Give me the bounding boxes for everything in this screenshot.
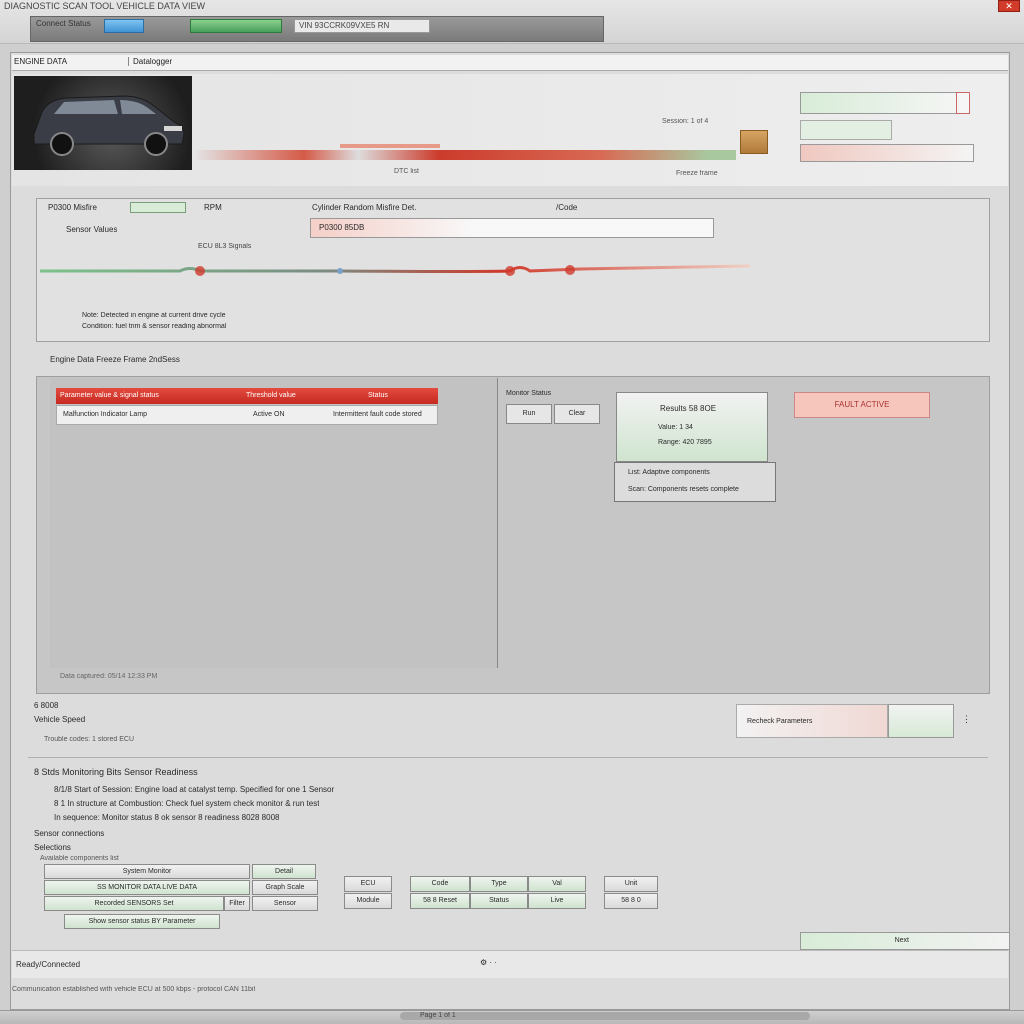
status-button[interactable]: Status (470, 893, 528, 909)
connect-status-label: Connect Status (36, 19, 91, 28)
waveform-marker[interactable] (505, 266, 515, 276)
readiness-line: 8/1/8 Start of Session: Engine load at c… (54, 785, 335, 794)
signal-note: Note: Detected in engine at current driv… (82, 312, 226, 319)
scrollbar-thumb[interactable] (400, 1012, 810, 1020)
signal-description: Cylinder Random Misfire Det. (312, 203, 417, 212)
timeline-caption: DTC list (394, 168, 419, 175)
settings-icon[interactable]: ⚙ · · (480, 958, 497, 967)
signal-waveform[interactable] (40, 258, 750, 284)
connection-status: Ready/Connected (16, 960, 81, 969)
page-indicator: Page 1 of 1 (420, 1012, 456, 1019)
sensor-button[interactable]: Sensor (252, 896, 318, 911)
clear-button[interactable]: Clear (554, 404, 600, 424)
component-list[interactable] (614, 462, 776, 502)
status-bar (12, 950, 1008, 978)
readout-label: Vehicle Speed (34, 715, 86, 724)
timeline-marker (340, 144, 440, 148)
recorded-sensors-button[interactable]: Recorded SENSORS Set (44, 896, 224, 911)
freeze-frame-caption: Freeze frame (676, 170, 718, 177)
close-icon: ✕ (1005, 1, 1013, 11)
close-button[interactable]: ✕ (998, 0, 1020, 12)
window-title: DIAGNOSTIC SCAN TOOL VEHICLE DATA VIEW (4, 1, 206, 11)
selections-label: Selections (34, 843, 71, 852)
recheck-button[interactable] (888, 704, 954, 738)
signal-value-field[interactable]: P0300 85DB (310, 218, 714, 238)
results-range: Range: 420 7895 (658, 439, 712, 446)
list-item[interactable]: List: Adaptive components (628, 469, 710, 476)
signal-toggle[interactable] (130, 202, 186, 213)
table-header: Parameter value & signal status Threshol… (56, 388, 438, 404)
fault-alert[interactable]: FAULT ACTIVE (794, 392, 930, 418)
timeline-bar[interactable] (196, 150, 736, 160)
vin-field[interactable]: VIN 93CCRK09VXE5 RN (294, 19, 430, 33)
reset-button[interactable]: 58 8 Reset (410, 893, 470, 909)
sensor-values-label: Sensor Values (66, 225, 118, 234)
value-button[interactable]: Val (528, 876, 586, 892)
connect-button[interactable] (104, 19, 144, 33)
list-item[interactable]: Scan: Components resets complete (628, 486, 739, 493)
unit-button[interactable]: Unit (604, 876, 658, 892)
results-value: Results 58 8OE (660, 404, 717, 413)
status-message: Communication established with vehicle E… (12, 986, 256, 993)
more-options-icon[interactable]: ⋮ (962, 714, 971, 725)
live-button[interactable]: Live (528, 893, 586, 909)
signal-code-header: /Code (556, 203, 578, 212)
graph-scale-button[interactable]: Graph Scale (252, 880, 318, 895)
scan-button[interactable] (190, 19, 282, 33)
timeline-tag[interactable] (740, 130, 768, 154)
recheck-parameters-field[interactable]: Recheck Parameters (736, 704, 888, 738)
reference-field[interactable] (800, 92, 970, 114)
waveform-marker[interactable] (195, 266, 205, 276)
tab-engine-data[interactable]: ENGINE DATA (14, 57, 67, 66)
readout-value: 6 8008 (34, 701, 59, 710)
next-button[interactable]: Next (800, 932, 1010, 950)
tab-datalogger[interactable]: Datalogger (128, 57, 172, 66)
signal-condition: Condition: fuel trim & sensor reading ab… (82, 323, 227, 330)
code-button[interactable]: Code (410, 876, 470, 892)
reference-field-3[interactable] (800, 144, 974, 162)
section-title: Engine Data Freeze Frame 2ndSess (50, 355, 180, 364)
readiness-title: 8 Stds Monitoring Bits Sensor Readiness (34, 767, 198, 777)
data-footer: Data captured: 05/14 12:33 PM (60, 673, 158, 680)
table-row[interactable]: Malfunction Indicator Lamp Active ON Int… (56, 405, 438, 425)
show-sensor-status-button[interactable]: Show sensor status BY Parameter (64, 914, 220, 929)
readiness-line: In sequence: Monitor status 8 ok sensor … (54, 813, 280, 822)
unit-value-button[interactable]: 58 8 0 (604, 893, 658, 909)
car-icon (33, 95, 185, 156)
table-header-cell[interactable]: Parameter value & signal status (60, 388, 159, 404)
system-monitor-button[interactable]: System Monitor (44, 864, 250, 879)
reference-field-2[interactable] (800, 120, 892, 140)
divider (28, 757, 988, 758)
table-cell: Malfunction Indicator Lamp (63, 411, 148, 418)
live-data-button[interactable]: SS MONITOR DATA LIVE DATA (44, 880, 250, 895)
type-button[interactable]: Type (470, 876, 528, 892)
reference-marker (956, 92, 970, 114)
session-caption: Session: 1 of 4 (662, 118, 709, 125)
detail-button[interactable]: Detail (252, 864, 316, 879)
run-button[interactable]: Run (506, 404, 552, 424)
table-header-cell[interactable]: Status (368, 388, 388, 404)
trouble-codes-summary: Trouble codes: 1 stored ECU (44, 736, 135, 743)
signal-unit: RPM (204, 203, 222, 212)
monitor-header: Monitor Status (506, 390, 552, 397)
vehicle-image (14, 76, 192, 170)
waveform-marker[interactable] (337, 268, 343, 274)
filter-button[interactable]: Filter (224, 896, 250, 911)
signal-code: P0300 Misfire (48, 203, 97, 212)
table-header-cell[interactable]: Threshold value (246, 388, 296, 404)
ecu-button[interactable]: ECU (344, 876, 392, 892)
readiness-line: 8 1 In structure at Combustion: Check fu… (54, 799, 320, 808)
sensor-connections-label: Sensor connections (34, 829, 105, 838)
table-cell: Intermittent fault code stored (333, 411, 422, 418)
components-label: Available components list (40, 855, 119, 862)
waveform-marker[interactable] (565, 265, 575, 275)
signal-subtitle: ECU 8L3 Signals (198, 243, 252, 250)
results-line: Value: 1 34 (658, 424, 693, 431)
table-cell: Active ON (253, 411, 285, 418)
module-button[interactable]: Module (344, 893, 392, 909)
